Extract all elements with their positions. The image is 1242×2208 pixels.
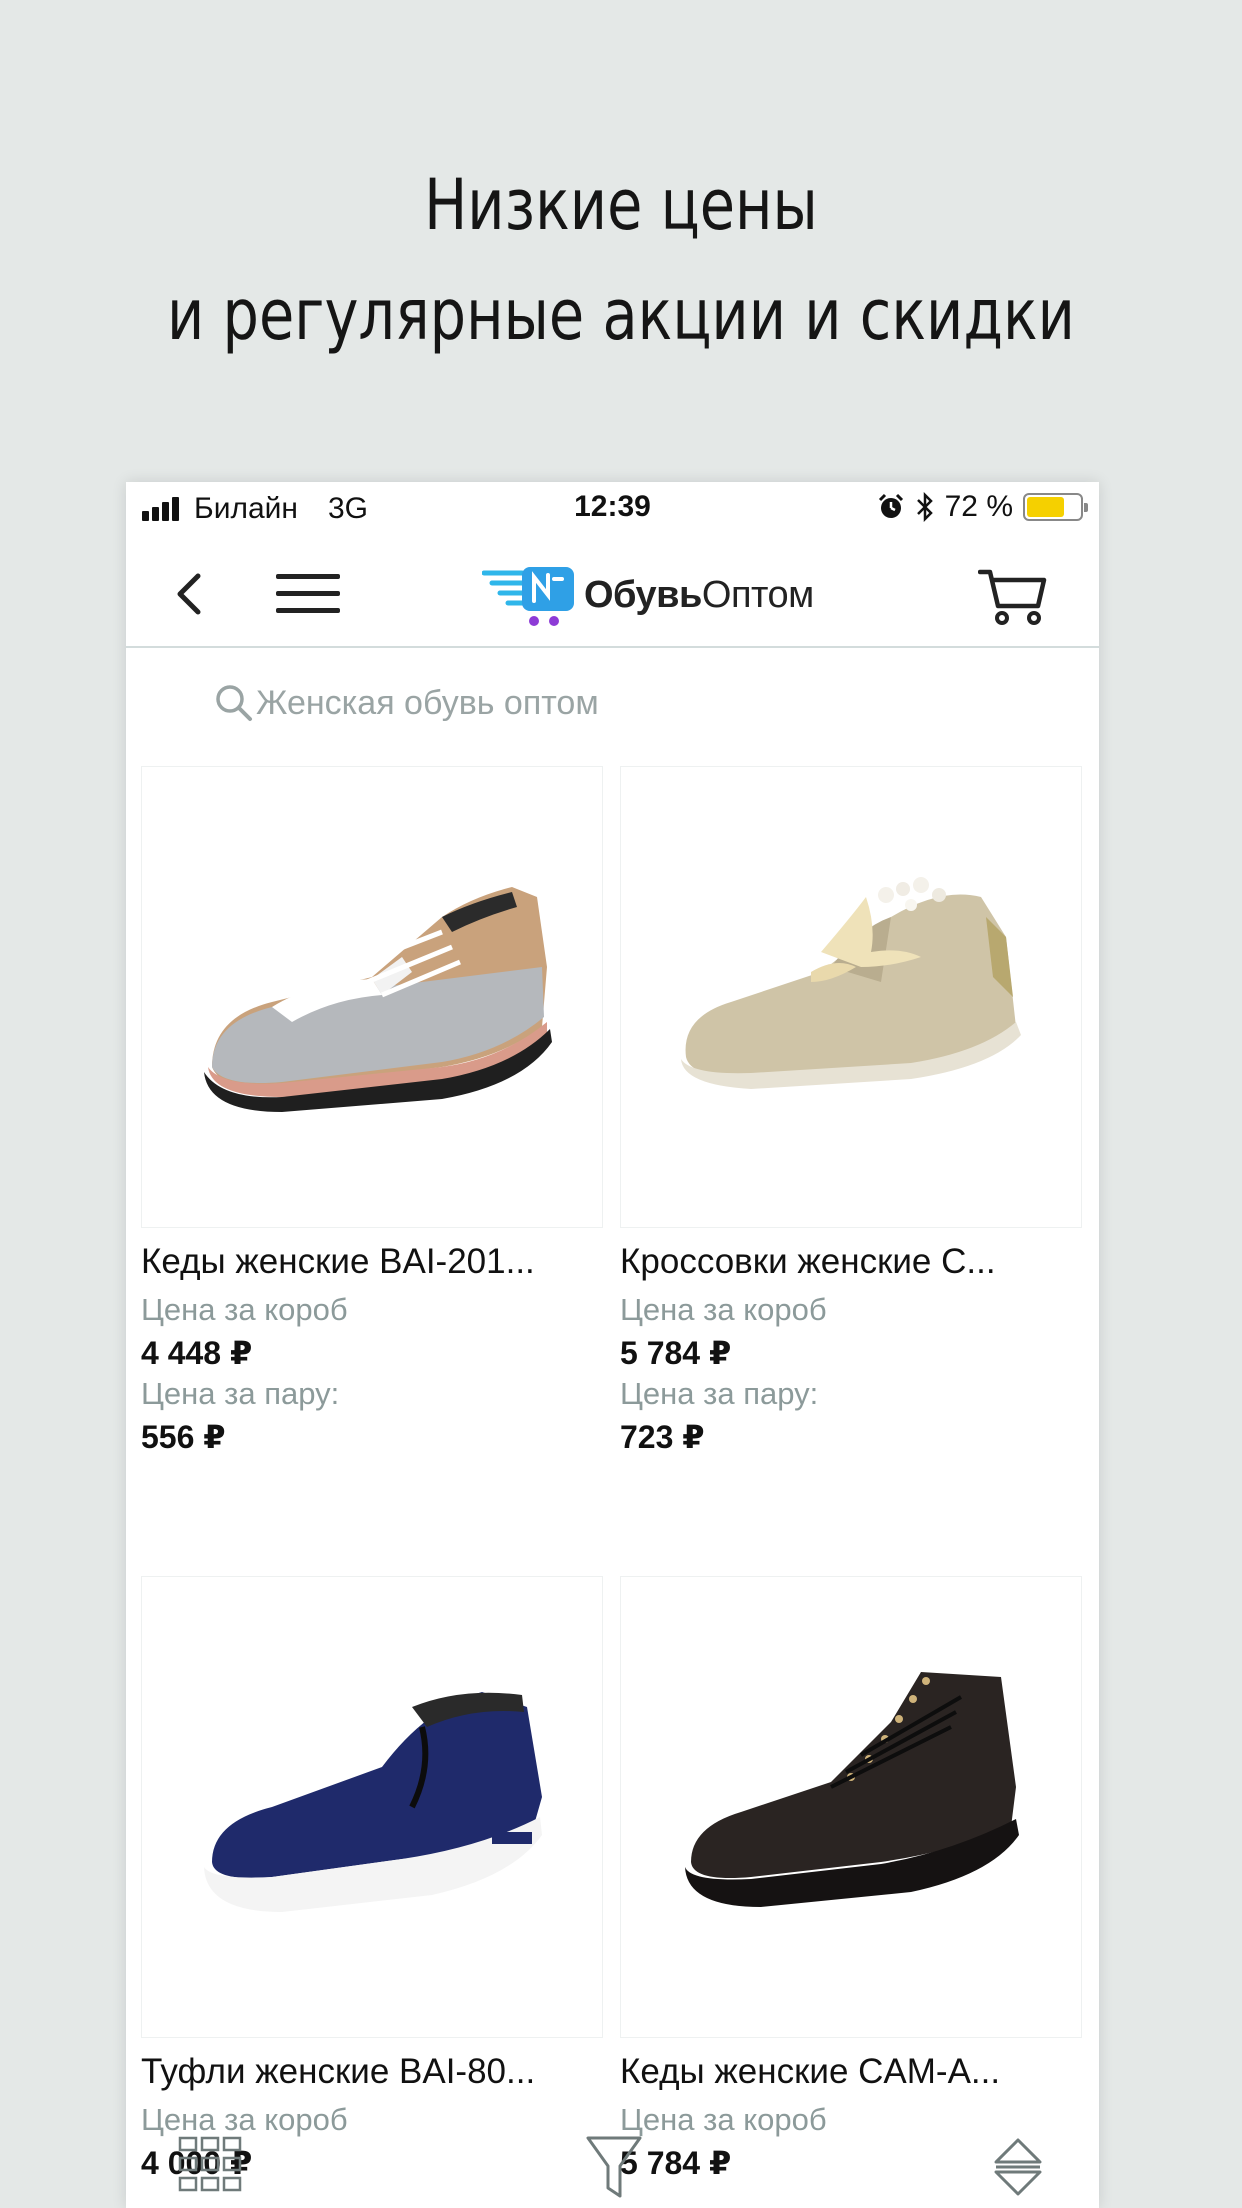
filter-icon[interactable] (584, 2132, 644, 2202)
shoe-image (685, 1672, 1019, 1907)
bluetooth-icon (916, 492, 933, 522)
shoe-image (204, 1692, 542, 1912)
battery-percent: 72 % (944, 490, 1013, 523)
bottom-toolbar (126, 2122, 1099, 2208)
alarm-icon (878, 493, 903, 518)
phone-screen: Билайн 3G 12:39 72 % ОбувьОптом Женская … (126, 482, 1099, 2208)
search-placeholder: Женская обувь оптом (256, 683, 599, 722)
product-name[interactable]: Кеды женские BAI-201... (141, 1242, 611, 1282)
logo-icon (482, 567, 574, 626)
sort-icon[interactable] (988, 2132, 1048, 2202)
logo-text: ОбувьОптом (584, 573, 814, 616)
status-bar: Билайн 3G 12:39 72 % (126, 482, 1099, 538)
grid-view-icon[interactable] (176, 2132, 246, 2196)
status-right: 72 % (877, 490, 1088, 524)
promo-line-1: Низкие цены (424, 164, 818, 246)
box-price: 5 784 ₽ (620, 1335, 732, 1371)
box-price-label: Цена за короб (620, 1292, 827, 1327)
product-name[interactable]: Туфли женские BAI-80... (141, 2052, 611, 2092)
search-field[interactable]: Женская обувь оптом (214, 678, 599, 728)
pair-price: 723 ₽ (620, 1419, 705, 1455)
box-price-label: Цена за короб (141, 1292, 348, 1327)
promo-line-2: и регулярные акции и скидки (166, 274, 1075, 356)
promo-heading: Низкие цены и регулярные акции и скидки (112, 150, 1130, 370)
menu-icon[interactable] (276, 572, 340, 616)
product-name[interactable]: Кроссовки женские C... (620, 1242, 1090, 1282)
pair-price-label: Цена за пару: (620, 1376, 819, 1411)
product-image[interactable] (620, 1576, 1082, 2038)
shoe-image (681, 877, 1021, 1089)
product-image[interactable] (620, 766, 1082, 1228)
product-image[interactable] (141, 1576, 603, 2038)
product-name[interactable]: Кеды женские CAM-A... (620, 2052, 1090, 2092)
cart-icon[interactable] (978, 566, 1048, 626)
nav-bar: ОбувьОптом (126, 538, 1099, 648)
box-price: 4 448 ₽ (141, 1335, 253, 1371)
shoe-image (204, 887, 552, 1112)
back-icon[interactable] (168, 570, 212, 618)
search-icon (216, 685, 252, 721)
product-image[interactable] (141, 766, 603, 1228)
pair-price: 556 ₽ (141, 1419, 226, 1455)
pair-price-label: Цена за пару: (141, 1376, 340, 1411)
app-logo[interactable]: ОбувьОптом (482, 560, 814, 630)
battery-icon (1023, 493, 1088, 521)
